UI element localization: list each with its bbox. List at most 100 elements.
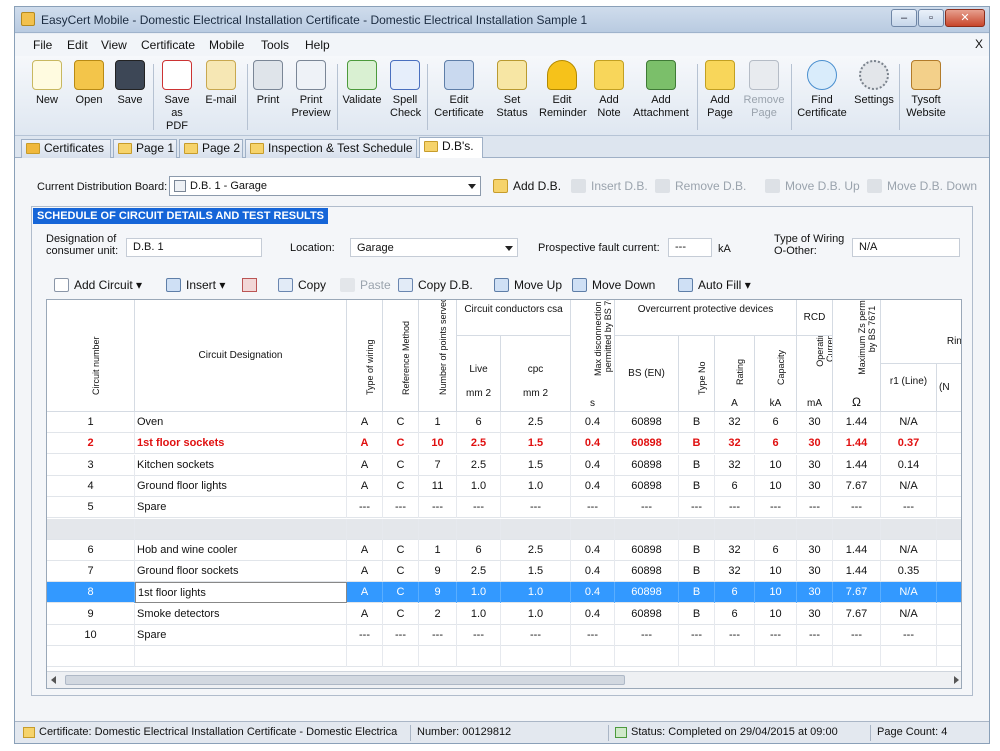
cell-tw[interactable]: A (347, 539, 383, 561)
cell-cpc[interactable]: 1.0 (501, 582, 571, 604)
cell-mdt[interactable]: 0.4 (571, 412, 615, 433)
cell-op[interactable]: 30 (797, 582, 833, 604)
cell-cpc[interactable]: --- (501, 497, 571, 519)
cell-d[interactable]: Spare (135, 497, 347, 519)
cell-op[interactable] (797, 518, 833, 540)
cell-op[interactable]: --- (797, 497, 833, 519)
cell-tw[interactable]: --- (347, 625, 383, 646)
cell-d[interactable]: Kitchen sockets (135, 454, 347, 476)
designation-input[interactable]: D.B. 1 (126, 238, 262, 257)
cell-cpc[interactable]: 2.5 (501, 412, 571, 433)
cell-zs[interactable]: 1.44 (833, 454, 881, 476)
cell-rn[interactable] (937, 540, 961, 561)
settings-button[interactable]: Settings (851, 60, 897, 107)
cell-rn[interactable] (937, 561, 961, 582)
cell-tw[interactable]: A (347, 561, 383, 583)
insert-db-button[interactable]: Insert D.B. (571, 178, 648, 194)
cell-live[interactable]: 1.0 (457, 475, 501, 497)
cell-d[interactable]: Hob and wine cooler (135, 539, 347, 561)
cell-mdt[interactable]: 0.4 (571, 539, 615, 561)
cell-tn[interactable]: B (679, 539, 715, 561)
cell-p[interactable]: 9 (419, 582, 457, 604)
cell-rn[interactable] (937, 433, 961, 454)
cell-tw[interactable]: A (347, 603, 383, 625)
move-db-up-button[interactable]: Move D.B. Up (765, 178, 860, 194)
edit-reminder-button[interactable]: Edit Reminder (537, 60, 587, 120)
cell-bs[interactable] (615, 646, 679, 668)
open-button[interactable]: Open (69, 60, 109, 107)
cell-cap[interactable]: --- (755, 625, 797, 646)
cell-tn[interactable]: B (679, 475, 715, 497)
cell-cap[interactable]: 10 (755, 475, 797, 497)
add-note-button[interactable]: Add Note (591, 60, 627, 120)
cell-op[interactable]: 30 (797, 539, 833, 561)
cell-mdt[interactable]: 0.4 (571, 475, 615, 497)
scrollbar-thumb[interactable] (65, 675, 625, 685)
cell-r1[interactable]: 0.14 (881, 454, 937, 476)
move-up-button[interactable]: Move Up (494, 277, 562, 293)
cell-d[interactable]: Spare (135, 625, 347, 646)
validate-button[interactable]: Validate (341, 60, 383, 107)
cell-tn[interactable]: --- (679, 497, 715, 519)
table-row[interactable]: 1 Oven A C 1 6 2.5 0.4 60898 B 32 6 30 1.44 N/A (47, 412, 961, 433)
cell-n[interactable]: 3 (47, 454, 135, 476)
table-row[interactable]: 10 Spare --- --- --- --- --- --- --- --- --- --- ---… (47, 625, 961, 646)
cell-p[interactable]: 9 (419, 561, 457, 583)
cell-n[interactable] (47, 518, 135, 540)
add-attachment-button[interactable]: Add Attachment (629, 60, 693, 120)
cell-rat[interactable]: 32 (715, 433, 755, 455)
cell-rm[interactable]: C (383, 582, 419, 604)
cell-live[interactable]: 2.5 (457, 561, 501, 583)
paste-button[interactable]: Paste (340, 277, 391, 293)
cell-p[interactable]: 10 (419, 433, 457, 455)
cell-r1[interactable]: 0.37 (881, 433, 937, 455)
cell-tw[interactable]: A (347, 433, 383, 455)
save-as-pdf-button[interactable]: Save as PDF (157, 60, 197, 133)
cell-rn[interactable] (937, 646, 961, 667)
cell-d[interactable]: 1st floor sockets (135, 433, 347, 455)
cell-live[interactable]: --- (457, 625, 501, 646)
cell-d[interactable]: Ground floor sockets (135, 561, 347, 583)
menu-mobile[interactable]: Mobile (209, 38, 244, 52)
cell-rn[interactable] (937, 455, 961, 476)
edit-certificate-button[interactable]: Edit Certificate (431, 60, 487, 120)
cell-rat[interactable]: 6 (715, 582, 755, 604)
cell-mdt[interactable]: --- (571, 497, 615, 519)
cell-live[interactable]: 1.0 (457, 582, 501, 604)
cell-d[interactable]: Ground floor lights (135, 475, 347, 497)
cell-n[interactable]: 6 (47, 539, 135, 561)
cell-d[interactable]: 1st floor lights (135, 582, 347, 604)
cell-p[interactable]: 1 (419, 412, 457, 433)
cell-tw[interactable]: A (347, 412, 383, 433)
cell-rat[interactable]: 32 (715, 539, 755, 561)
cell-bs[interactable]: 60898 (615, 433, 679, 455)
cell-cpc[interactable]: 1.5 (501, 561, 571, 583)
cell-zs[interactable]: 1.44 (833, 561, 881, 583)
cell-live[interactable] (457, 646, 501, 668)
cell-cap[interactable]: 6 (755, 433, 797, 455)
cell-cpc[interactable] (501, 646, 571, 668)
cell-zs[interactable]: 1.44 (833, 433, 881, 455)
table-row[interactable]: 7 Ground floor sockets A C 9 2.5 1.5 0.4 60898 B 3… (47, 561, 961, 583)
menu-edit[interactable]: Edit (67, 38, 88, 52)
cell-mdt[interactable]: 0.4 (571, 603, 615, 625)
cell-bs[interactable]: --- (615, 497, 679, 519)
cell-rn[interactable] (937, 412, 961, 433)
cell-rat[interactable] (715, 518, 755, 540)
tab-certificates[interactable]: Certificates (21, 139, 111, 158)
cell-live[interactable]: --- (457, 497, 501, 519)
menu-view[interactable]: View (101, 38, 127, 52)
cell-r1[interactable]: N/A (881, 475, 937, 497)
cell-rat[interactable]: 6 (715, 475, 755, 497)
cell-rm[interactable] (383, 646, 419, 668)
cell-mdt[interactable] (571, 646, 615, 668)
cell-zs[interactable]: 1.44 (833, 539, 881, 561)
cell-tn[interactable] (679, 518, 715, 540)
cell-cpc[interactable]: 1.0 (501, 475, 571, 497)
close-window-button[interactable]: ✕ (945, 9, 985, 27)
cell-bs[interactable]: --- (615, 625, 679, 646)
cell-r1[interactable]: N/A (881, 539, 937, 561)
cell-rm[interactable]: C (383, 454, 419, 476)
cell-tn[interactable]: B (679, 603, 715, 625)
cell-live[interactable] (457, 518, 501, 540)
